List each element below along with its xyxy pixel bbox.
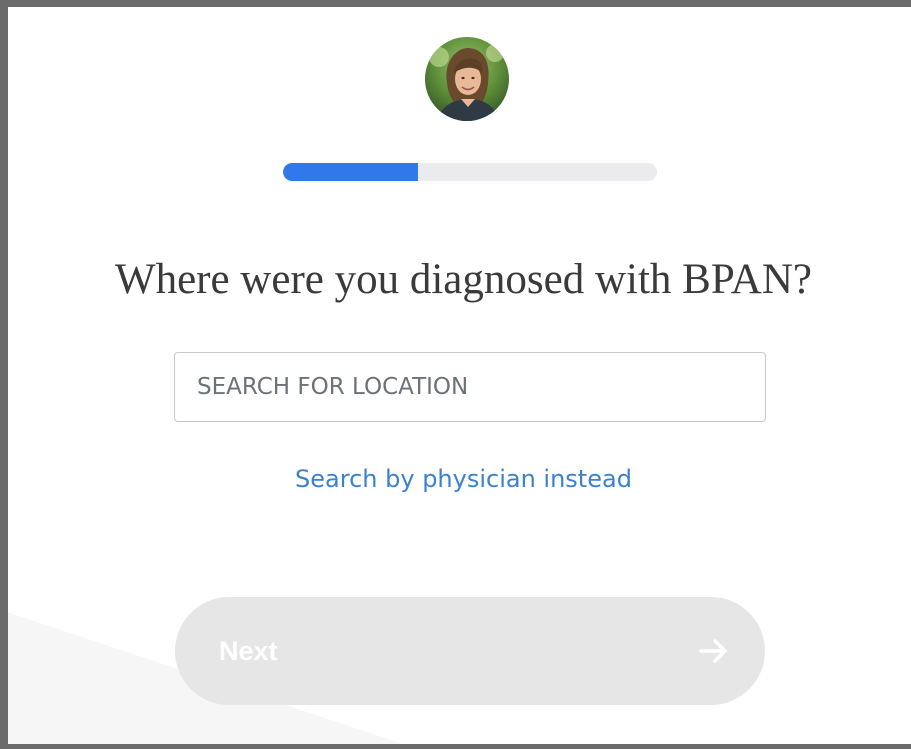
- page-title: Where were you diagnosed with BPAN?: [114, 256, 812, 303]
- progress-bar: [283, 163, 657, 181]
- app-window: Where were you diagnosed with BPAN? Sear…: [0, 0, 911, 749]
- search-by-physician-link[interactable]: Search by physician instead: [8, 465, 911, 493]
- arrow-right-icon: [699, 639, 727, 663]
- avatar-photo-icon: [425, 37, 509, 121]
- progress-bar-fill: [283, 163, 418, 181]
- location-search-input[interactable]: [174, 352, 766, 422]
- next-button[interactable]: Next: [175, 597, 765, 705]
- avatar: [425, 37, 509, 121]
- next-button-label: Next: [219, 635, 278, 666]
